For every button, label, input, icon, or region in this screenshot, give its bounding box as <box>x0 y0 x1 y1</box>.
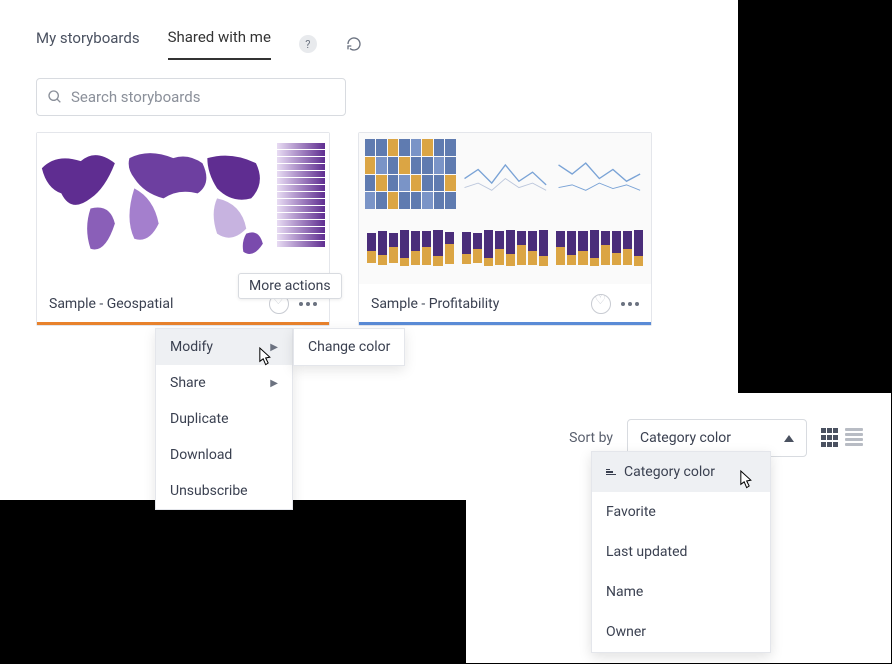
storyboard-card[interactable]: Sample - Profitability <box>358 132 652 326</box>
ctx-modify-label: Modify <box>170 339 213 355</box>
chevron-right-icon: ▶ <box>270 378 278 389</box>
sort-label: Sort by <box>569 430 613 446</box>
ctx-share-label: Share <box>170 375 206 391</box>
view-toggles <box>821 428 865 448</box>
chevron-right-icon: ▶ <box>270 342 278 353</box>
favorite-icon[interactable] <box>591 294 611 314</box>
sort-option-last-updated[interactable]: Last updated <box>592 532 770 572</box>
cards-row: Sample - Geospatial <box>0 132 738 326</box>
ctx-download[interactable]: Download <box>156 437 292 473</box>
sort-option-label: Category color <box>624 464 715 480</box>
mini-linechart <box>460 139 551 209</box>
sort-dropdown: Category color Favorite Last updated Nam… <box>591 451 771 653</box>
grid-view-icon[interactable] <box>821 428 841 448</box>
chevron-up-icon <box>784 435 794 442</box>
sort-option-owner[interactable]: Owner <box>592 612 770 652</box>
sort-option-favorite[interactable]: Favorite <box>592 492 770 532</box>
card-actions <box>591 294 639 314</box>
mini-linechart <box>554 139 645 209</box>
search-icon <box>47 89 63 105</box>
sort-asc-icon <box>606 469 616 476</box>
ctx-modify[interactable]: Modify ▶ <box>156 329 292 365</box>
card-title: Sample - Profitability <box>371 296 499 312</box>
card-accent <box>359 322 651 325</box>
map-legend <box>277 143 325 248</box>
sort-selected-value: Category color <box>640 430 731 446</box>
list-view-icon[interactable] <box>845 428 865 448</box>
sort-option-name[interactable]: Name <box>592 572 770 612</box>
search-input[interactable]: Search storyboards <box>36 78 346 116</box>
tooltip-more-actions: More actions <box>238 273 342 299</box>
mini-heatmap <box>365 139 456 209</box>
search-placeholder: Search storyboards <box>71 88 200 106</box>
ctx-change-color[interactable]: Change color <box>293 328 405 366</box>
refresh-icon[interactable] <box>345 35 363 53</box>
sort-panel: Sort by Category color Category color Fa… <box>466 393 891 663</box>
search-wrapper: Search storyboards <box>36 78 702 116</box>
more-actions-icon[interactable] <box>621 302 639 306</box>
tabs-row: My storyboards Shared with me ? <box>0 0 738 60</box>
more-actions-icon[interactable] <box>299 302 317 306</box>
tab-shared-with-me[interactable]: Shared with me <box>168 28 271 60</box>
card-footer: Sample - Profitability <box>359 284 651 322</box>
ctx-unsubscribe[interactable]: Unsubscribe <box>156 473 292 509</box>
sort-bar: Sort by Category color <box>466 393 891 457</box>
context-menu: Modify ▶ Share ▶ Duplicate Download Unsu… <box>155 328 293 510</box>
mini-barchart <box>460 213 551 283</box>
mini-barchart <box>365 213 456 283</box>
card-title: Sample - Geospatial <box>49 296 173 312</box>
mini-barchart <box>554 213 645 283</box>
ctx-share[interactable]: Share ▶ <box>156 365 292 401</box>
ctx-duplicate[interactable]: Duplicate <box>156 401 292 437</box>
sort-option-category-color[interactable]: Category color <box>592 452 770 492</box>
card-thumbnail-geospatial <box>37 133 329 284</box>
tab-my-storyboards[interactable]: My storyboards <box>36 29 140 59</box>
help-icon[interactable]: ? <box>299 35 317 53</box>
card-thumbnail-profitability <box>359 133 651 284</box>
card-accent <box>37 322 329 325</box>
